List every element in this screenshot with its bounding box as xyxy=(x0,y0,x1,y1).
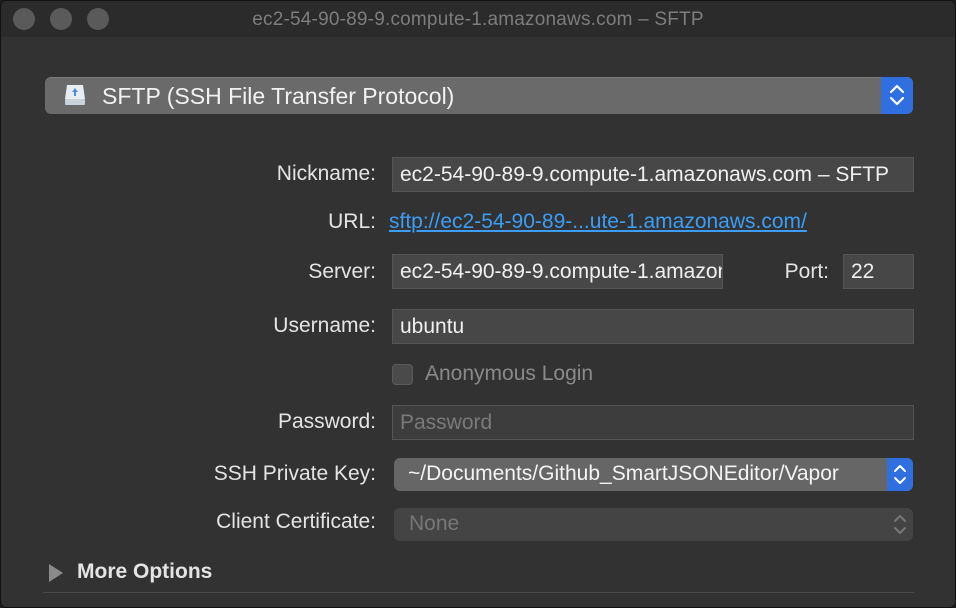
divider xyxy=(43,592,914,593)
chevron-updown-icon xyxy=(894,515,906,534)
more-options-toggle[interactable]: More Options xyxy=(77,560,212,584)
protocol-popup[interactable]: SFTP (SSH File Transfer Protocol) xyxy=(45,77,913,114)
password-field[interactable]: Password xyxy=(392,405,914,440)
anonymous-login-checkbox[interactable] xyxy=(392,364,413,385)
client-cert-value: None xyxy=(409,512,460,535)
anonymous-login-label: Anonymous Login xyxy=(425,362,594,385)
connection-window: ec2-54-90-89-9.compute-1.amazonaws.com –… xyxy=(0,0,956,608)
password-label: Password: xyxy=(277,410,376,433)
ssh-key-popup[interactable]: ~/Documents/Github_SmartJSONEditor/Vapor xyxy=(394,458,913,491)
drive-icon xyxy=(65,85,85,105)
chevron-updown-icon xyxy=(894,465,906,484)
nickname-field[interactable]: ec2-54-90-89-9.compute-1.amazonaws.com –… xyxy=(392,157,914,192)
server-label: Server: xyxy=(308,260,376,283)
window-title: ec2-54-90-89-9.compute-1.amazonaws.com –… xyxy=(252,9,704,30)
server-value: ec2-54-90-89-9.compute-1.amazonaws.com xyxy=(400,260,722,283)
username-field[interactable]: ubuntu xyxy=(392,309,914,344)
port-field[interactable]: 22 xyxy=(843,254,914,289)
protocol-label: SFTP (SSH File Transfer Protocol) xyxy=(102,83,455,109)
username-value: ubuntu xyxy=(400,315,465,338)
url-label: URL: xyxy=(328,210,376,233)
ssh-key-stepper[interactable] xyxy=(887,458,913,491)
ssh-key-label: SSH Private Key: xyxy=(213,462,376,485)
password-placeholder: Password xyxy=(400,411,493,434)
disclosure-triangle-icon[interactable] xyxy=(49,564,63,582)
username-label: Username: xyxy=(273,314,376,337)
chevron-updown-icon xyxy=(889,84,905,106)
client-cert-stepper[interactable] xyxy=(887,508,913,541)
ssh-key-value: ~/Documents/Github_SmartJSONEditor/Vapor xyxy=(408,462,839,485)
title-bar[interactable]: ec2-54-90-89-9.compute-1.amazonaws.com –… xyxy=(1,1,955,37)
client-cert-popup[interactable]: None xyxy=(394,508,913,541)
nickname-label: Nickname: xyxy=(276,162,376,185)
url-link[interactable]: sftp://ec2-54-90-89-...ute-1.amazonaws.c… xyxy=(389,210,807,234)
server-field[interactable]: ec2-54-90-89-9.compute-1.amazonaws.com xyxy=(392,254,723,289)
client-cert-label: Client Certificate: xyxy=(216,510,376,533)
nickname-value: ec2-54-90-89-9.compute-1.amazonaws.com –… xyxy=(400,163,890,186)
protocol-stepper[interactable] xyxy=(881,77,913,114)
port-value: 22 xyxy=(851,260,875,283)
port-label: Port: xyxy=(784,260,829,283)
